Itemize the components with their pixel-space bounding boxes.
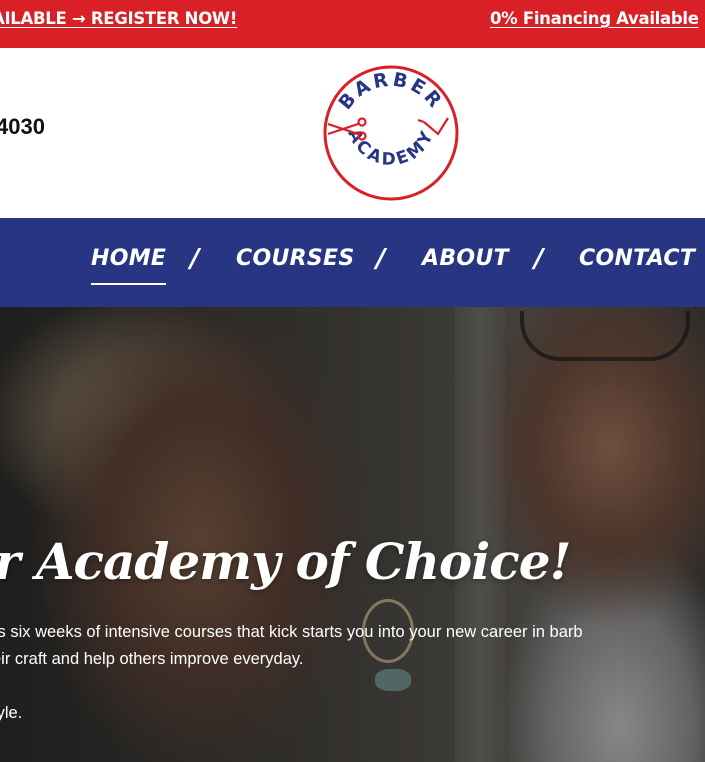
site-header: 4030 BARBER ACADEMY — [0, 48, 705, 218]
nav-about[interactable]: ABOUT — [422, 246, 509, 271]
register-now-link[interactable]: AILABLE → REGISTER NOW! — [0, 9, 237, 28]
nav-contact[interactable]: CONTACT — [579, 246, 695, 271]
phone-number[interactable]: 4030 — [0, 114, 45, 140]
hero-title: r Academy of Choice! — [0, 532, 571, 591]
hero-description-line-3: tyle. — [0, 704, 23, 722]
main-nav: HOME / COURSES / ABOUT / CONTACT — [0, 218, 705, 307]
financing-link[interactable]: 0% Financing Available — [490, 9, 699, 28]
nav-home[interactable]: HOME — [91, 246, 167, 285]
nav-separator: / — [190, 244, 200, 274]
nav-separator: / — [376, 244, 386, 274]
nav-courses[interactable]: COURSES — [236, 246, 354, 271]
hero-section: r Academy of Choice! rs six weeks of int… — [0, 307, 705, 762]
barber-academy-logo[interactable]: BARBER ACADEMY — [320, 62, 462, 204]
promo-banner: AILABLE → REGISTER NOW! 0% Financing Ava… — [0, 0, 705, 48]
nav-separator: / — [534, 244, 544, 274]
hero-description-line-2: eir craft and help others improve everyd… — [0, 650, 304, 668]
hero-description-line-1: rs six weeks of intensive courses that k… — [0, 623, 583, 641]
